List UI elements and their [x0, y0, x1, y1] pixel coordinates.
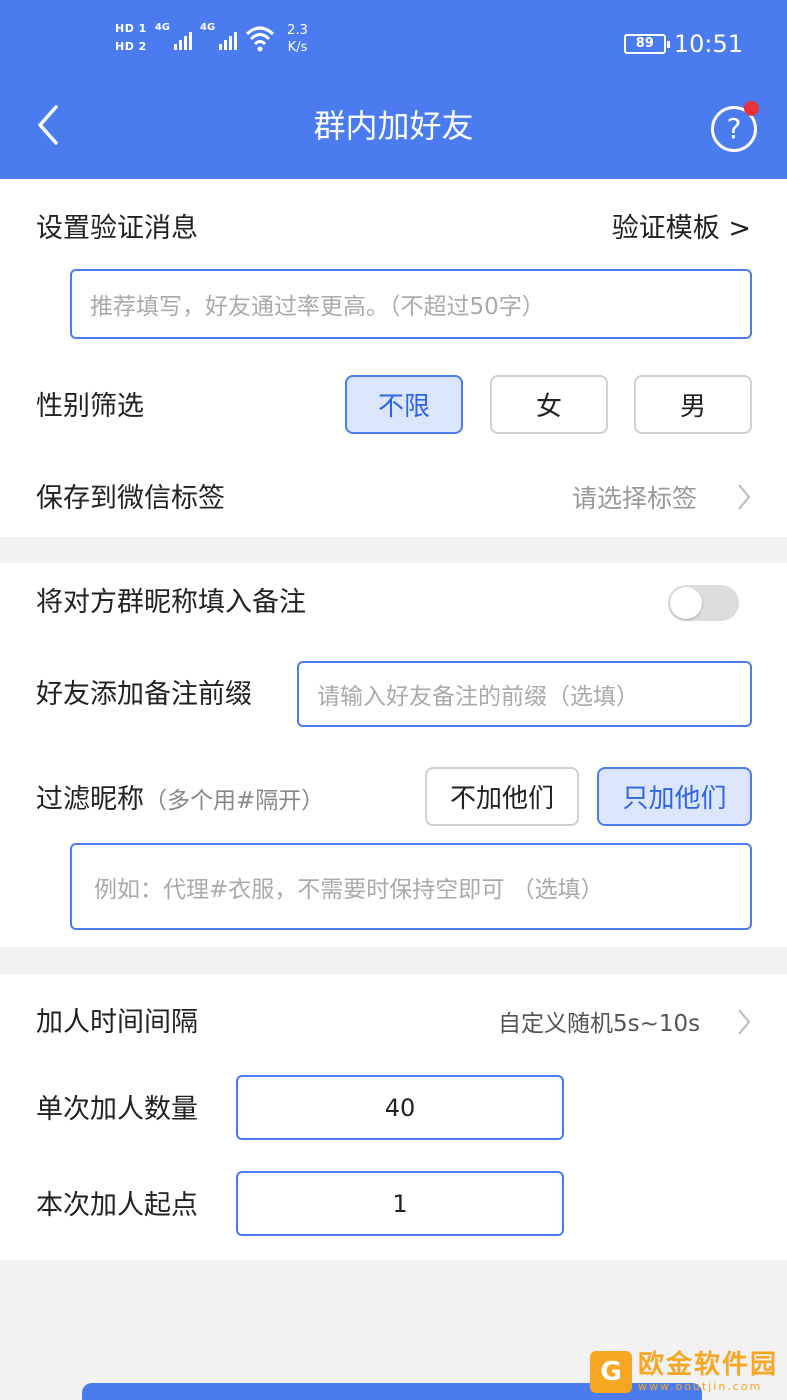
verify-placeholder: 推荐填写，好友通过率更高。（不超过50字）	[90, 294, 545, 320]
watermark-url: www.ooutjin.com	[638, 1380, 763, 1393]
interval-select[interactable]: 自定义随机5s~10s	[498, 1008, 700, 1040]
hd-indicators: HD 1 HD 2	[115, 22, 147, 54]
start-label: 本次加人起点	[36, 1190, 198, 1221]
filter-nickname-label: 过滤昵称（多个用#隔开）	[36, 782, 324, 819]
watermark: G 欧金软件园 www.ooutjin.com	[590, 1350, 778, 1393]
network-speed: 2.3 K/s	[287, 22, 308, 56]
page-title: 群内加好友	[313, 107, 474, 145]
verify-message-input[interactable]: 推荐填写，好友通过率更高。（不超过50字）	[70, 269, 752, 339]
tag-select[interactable]: 请选择标签	[572, 482, 697, 516]
remark-prefix-placeholder: 请输入好友备注的前缀（选填）	[317, 684, 639, 710]
toggle-knob	[670, 587, 702, 619]
fill-nickname-toggle[interactable]	[668, 585, 739, 621]
status-bar-right: 89 10:51	[623, 30, 743, 58]
signal-icon-1: 4G	[155, 22, 192, 52]
filter-nickname-placeholder: 例如：代理#衣服，不需要时保持空即可 （选填）	[94, 876, 604, 903]
tag-label: 保存到微信标签	[36, 483, 225, 514]
start-input[interactable]: 1	[236, 1171, 564, 1236]
top-bar: HD 1 HD 2 4G 4G 2.3 K/s 89 10:51 群内加好友 ?	[0, 0, 787, 179]
gender-option-any[interactable]: 不限	[345, 375, 463, 434]
chevron-right-icon	[738, 484, 751, 510]
speed-unit: K/s	[287, 40, 308, 55]
notification-badge	[744, 101, 759, 116]
clock: 10:51	[673, 30, 743, 58]
gender-option-male[interactable]: 男	[634, 375, 752, 434]
watermark-logo-icon: G	[590, 1350, 632, 1393]
filter-nickname-input[interactable]: 例如：代理#衣服，不需要时保持空即可 （选填）	[70, 843, 752, 930]
filter-option-exclude[interactable]: 不加他们	[425, 767, 579, 826]
watermark-name: 欧金软件园	[638, 1350, 779, 1380]
gender-option-female[interactable]: 女	[490, 375, 608, 434]
filter-label-text: 过滤昵称	[36, 784, 144, 815]
fill-nickname-label: 将对方群昵称填入备注	[36, 587, 306, 618]
interval-label: 加人时间间隔	[36, 1007, 198, 1038]
remark-prefix-label: 好友添加备注前缀	[36, 679, 252, 710]
hd1-indicator: HD 1	[115, 22, 147, 35]
settings-card-1: 设置验证消息 验证模板 > 推荐填写，好友通过率更高。（不超过50字） 性别筛选…	[0, 179, 787, 537]
verify-template-link[interactable]: 验证模板 >	[612, 211, 751, 247]
gender-label: 性别筛选	[36, 391, 144, 422]
filter-hint: （多个用#隔开）	[144, 788, 325, 814]
speed-value: 2.3	[287, 23, 308, 38]
hd2-indicator: HD 2	[115, 40, 147, 53]
status-bar-left: HD 1 HD 2 4G 4G 2.3 K/s	[115, 22, 308, 56]
filter-option-only[interactable]: 只加他们	[597, 767, 752, 826]
question-circle-icon: ?	[726, 112, 742, 145]
wifi-icon	[246, 26, 275, 52]
battery-icon: 89	[623, 34, 670, 54]
network-type-1: 4G	[154, 22, 170, 33]
count-label: 单次加人数量	[36, 1094, 198, 1125]
remark-prefix-input[interactable]: 请输入好友备注的前缀（选填）	[297, 661, 752, 727]
verify-label: 设置验证消息	[36, 213, 198, 244]
network-type-2: 4G	[200, 22, 216, 33]
signal-icon-2: 4G	[200, 22, 238, 52]
chevron-right-icon	[738, 1009, 751, 1035]
count-input[interactable]: 40	[236, 1075, 564, 1140]
